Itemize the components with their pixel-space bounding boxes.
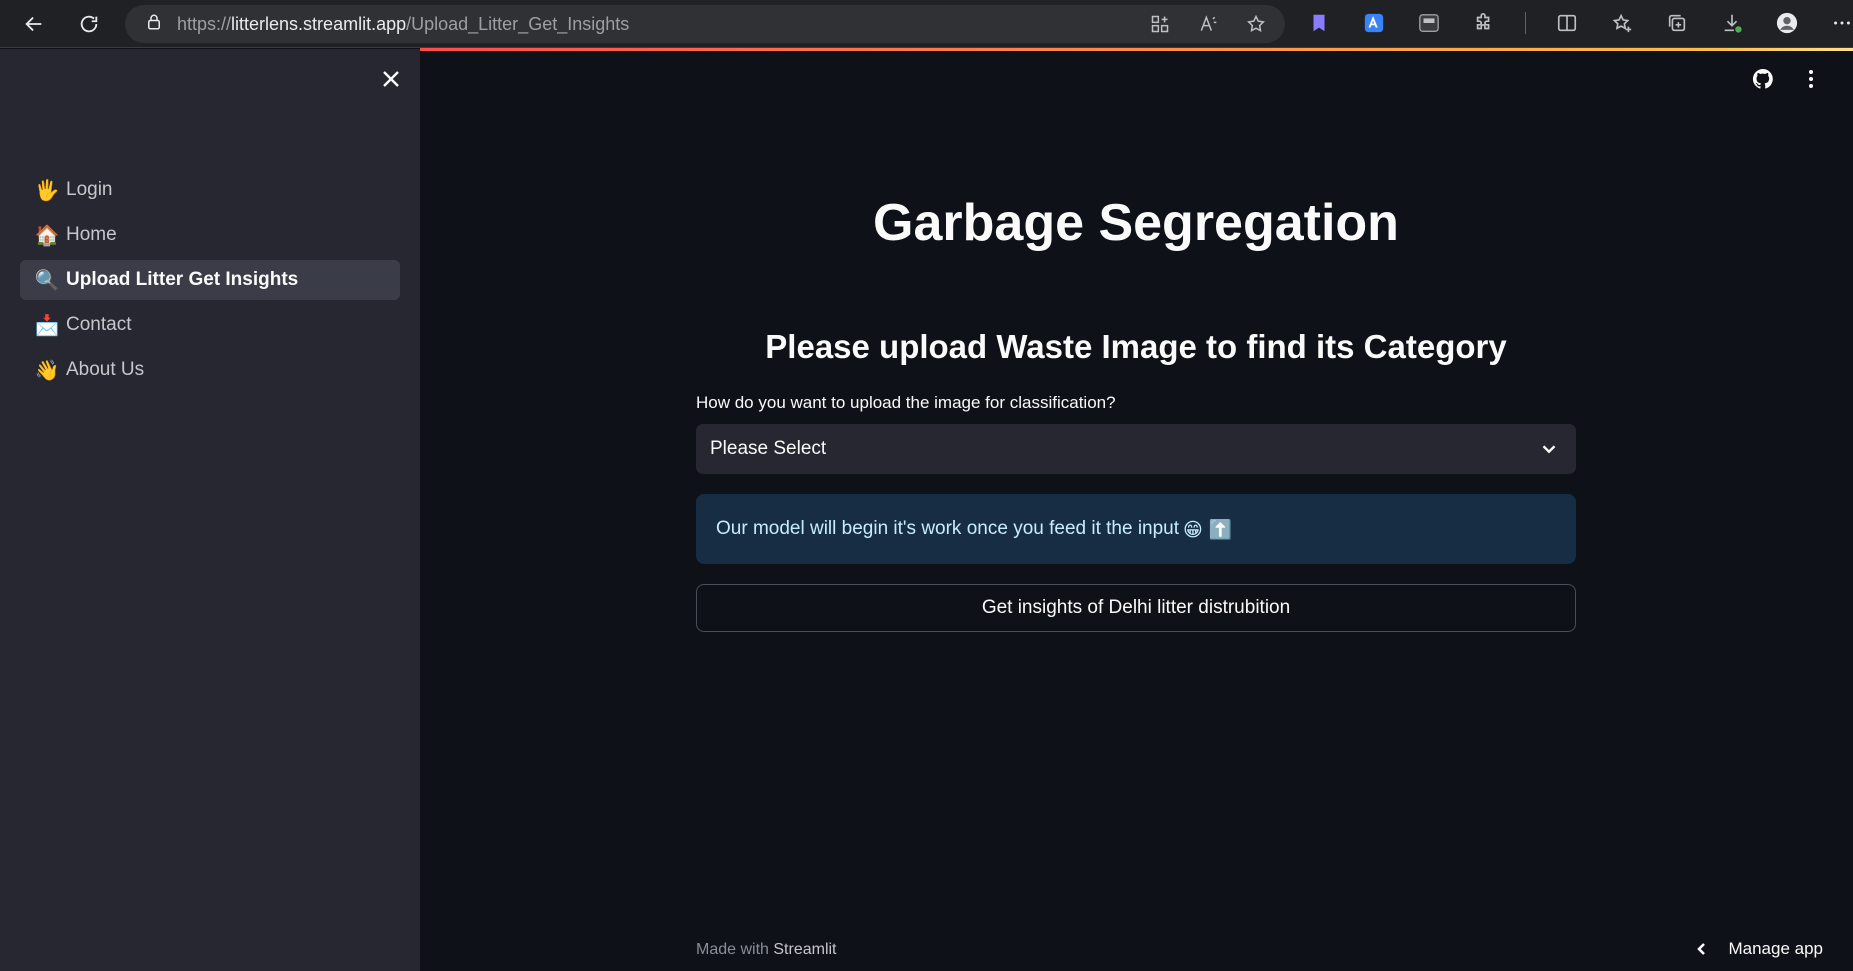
main-menu-icon[interactable] [1799,67,1823,96]
browser-toolbar: https://litterlens.streamlit.app/Upload_… [0,0,1853,48]
upload-method-select[interactable]: Please Select [696,424,1576,474]
github-icon[interactable] [1751,67,1775,96]
sidebar-item-label: About Us [66,359,145,380]
select-value: Please Select [710,438,827,459]
delhi-insights-button[interactable]: Get insights of Delhi litter distrubitio… [696,584,1576,632]
profile-avatar-icon[interactable] [1773,9,1801,37]
lock-icon [145,13,163,36]
reload-icon [80,15,98,33]
screenshot-extension-icon[interactable] [1415,9,1443,37]
sidebar-item-contact[interactable]: 📩 Contact [20,305,400,345]
streamlit-link[interactable]: Streamlit [773,941,836,958]
chevron-down-icon [1538,438,1560,466]
toolbar-separator [1525,12,1526,34]
sidebar-item-label: Login [66,179,113,200]
sidebar-item-label: Upload Litter Get Insights [66,269,299,290]
back-button[interactable] [16,6,52,42]
envelope-icon: 📩 [34,313,60,337]
chevron-left-icon [1697,943,1706,955]
footer-text: Made with [696,941,774,958]
magnifier-icon: 🔍 [34,268,60,292]
sidebar-item-home[interactable]: 🏠 Home [20,215,400,255]
reload-button[interactable] [71,6,107,42]
extensions-puzzle-icon[interactable] [1470,9,1498,37]
favorites-icon[interactable] [1608,9,1636,37]
upload-method-label: How do you want to upload the image for … [696,393,1116,412]
collections-icon[interactable] [1663,9,1691,37]
close-icon [383,71,399,87]
info-text: Our model will begin it's work once you … [716,518,1180,539]
favorite-star-icon[interactable] [1245,13,1267,35]
waving-hand-icon: 👋 [34,358,60,382]
url-text: https://litterlens.streamlit.app/Upload_… [177,13,630,34]
main-content: Garbage Segregation Please upload Waste … [420,51,1853,971]
more-menu-icon[interactable] [1828,9,1853,37]
translate-extension-icon[interactable] [1360,9,1388,37]
page-title: Garbage Segregation [873,194,1399,252]
back-arrow-icon [25,16,42,32]
close-sidebar-button[interactable] [378,66,404,92]
manage-app-label: Manage app [1728,939,1823,958]
raised-hand-icon: 🖐 [34,178,60,202]
sidebar-item-label: Contact [66,314,132,335]
sidebar-nav: 🖐 Login 🏠 Home 🔍 Upload Litter Get Insig… [20,170,400,395]
manage-app-button[interactable]: Manage app [1694,939,1823,959]
split-screen-icon[interactable] [1553,9,1581,37]
sidebar-item-upload-litter-get-insights[interactable]: 🔍 Upload Litter Get Insights [20,260,400,300]
address-bar[interactable]: https://litterlens.streamlit.app/Upload_… [125,5,1285,43]
downloads-icon[interactable] [1718,9,1746,37]
page-subtitle: Please upload Waste Image to find its Ca… [765,328,1507,365]
app-available-icon[interactable] [1149,13,1171,35]
read-aloud-icon[interactable] [1197,13,1219,35]
grin-upload-emoji-icon: 😁 ⬆️ [1183,518,1233,541]
bookmark-extension-icon[interactable] [1305,9,1333,37]
footer: Made with Streamlit [696,941,837,959]
info-alert: Our model will begin it's work once you … [696,494,1576,564]
sidebar: 🖐 Login 🏠 Home 🔍 Upload Litter Get Insig… [0,49,420,971]
sidebar-item-login[interactable]: 🖐 Login [20,170,400,210]
house-icon: 🏠 [34,223,60,247]
sidebar-item-about-us[interactable]: 👋 About Us [20,350,400,390]
sidebar-item-label: Home [66,224,117,245]
